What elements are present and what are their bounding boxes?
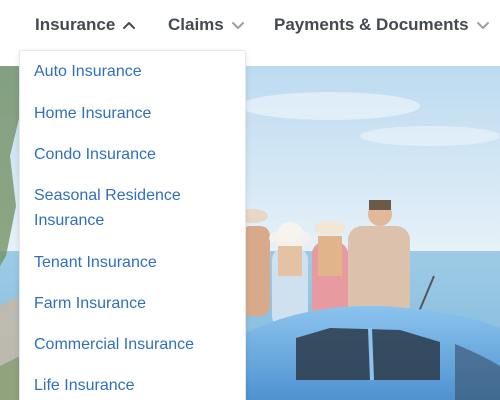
nav-claims[interactable]: Claims	[168, 0, 245, 50]
menu-item-condo-insurance[interactable]: Condo Insurance	[34, 142, 234, 167]
menu-item-tenant-insurance[interactable]: Tenant Insurance	[34, 250, 234, 275]
menu-item-farm-insurance[interactable]: Farm Insurance	[34, 291, 234, 316]
chevron-up-icon	[122, 20, 136, 30]
nav-insurance[interactable]: Insurance	[35, 0, 136, 50]
menu-item-commercial-insurance[interactable]: Commercial Insurance	[34, 332, 234, 357]
menu-item-auto-insurance[interactable]: Auto Insurance	[34, 59, 234, 84]
menu-item-home-insurance[interactable]: Home Insurance	[34, 101, 234, 126]
nav-claims-label: Claims	[168, 15, 224, 34]
menu-item-seasonal-residence-insurance[interactable]: Seasonal Residence Insurance	[34, 183, 234, 233]
nav-insurance-label: Insurance	[35, 15, 116, 34]
nav-payments-documents[interactable]: Payments & Documents	[274, 0, 490, 50]
chevron-down-icon	[476, 20, 490, 30]
nav-payments-documents-label: Payments & Documents	[274, 15, 469, 34]
chevron-down-icon	[231, 20, 245, 30]
menu-item-life-insurance[interactable]: Life Insurance	[34, 373, 234, 398]
insurance-dropdown-menu: Auto Insurance Home Insurance Condo Insu…	[19, 50, 246, 400]
top-navigation: Insurance Claims Payments & Documents	[0, 0, 500, 50]
